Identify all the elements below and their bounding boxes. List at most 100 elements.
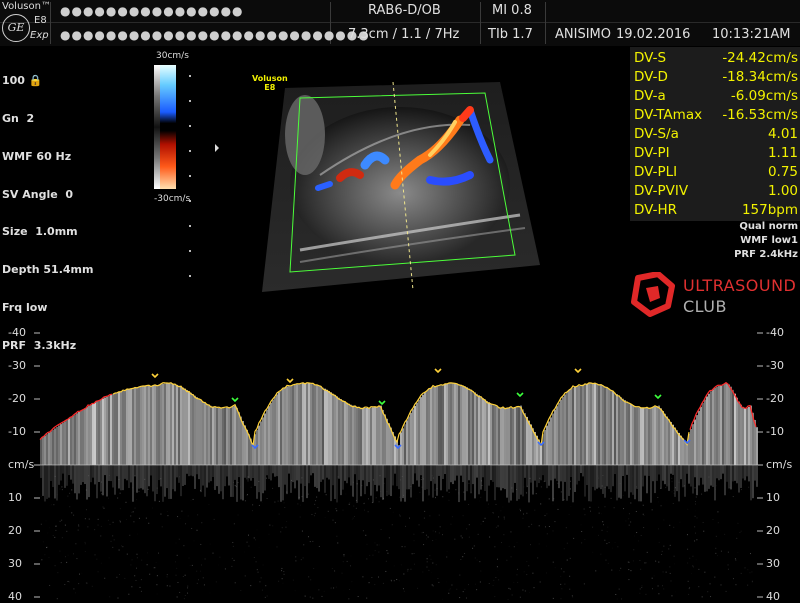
doppler-speckle (704, 572, 705, 573)
doppler-speckle (695, 533, 696, 534)
doppler-noise-band (200, 465, 202, 492)
doppler-speckle (435, 497, 436, 498)
doppler-speckle (693, 566, 694, 567)
doppler-spectrum-band (384, 414, 386, 465)
doppler-noise-band (680, 465, 682, 479)
doppler-noise-band (132, 465, 134, 502)
doppler-noise-band (414, 465, 416, 473)
doppler-noise-band (412, 465, 414, 484)
doppler-noise-band (346, 465, 348, 483)
doppler-speckle (345, 493, 346, 494)
doppler-spectrum-band (554, 410, 556, 465)
doppler-noise-band (434, 465, 436, 484)
doppler-spectrum-band (662, 411, 664, 465)
doppler-spectrum-band (354, 406, 356, 465)
doppler-speckle (749, 572, 750, 573)
doppler-speckle (671, 478, 672, 479)
doppler-speckle (423, 532, 424, 533)
doppler-noise-band (216, 465, 218, 486)
doppler-noise-band (666, 465, 668, 486)
doppler-speckle (417, 588, 418, 589)
doppler-speckle (410, 486, 411, 487)
doppler-speckle (149, 574, 150, 575)
doppler-speckle (563, 571, 564, 572)
doppler-spectrum-band (432, 387, 434, 465)
doppler-speckle (606, 547, 607, 548)
doppler-speckle (167, 515, 168, 516)
doppler-noise-band (128, 465, 130, 488)
doppler-speckle (277, 546, 278, 547)
doppler-speckle (529, 526, 530, 527)
doppler-spectrum-band (614, 393, 616, 465)
doppler-noise-band (420, 465, 422, 475)
doppler-speckle (630, 521, 631, 522)
doppler-speckle (737, 523, 738, 524)
doppler-speckle (634, 535, 635, 536)
doppler-speckle (553, 498, 554, 499)
doppler-noise-band (236, 465, 238, 502)
doppler-speckle (282, 583, 283, 584)
doppler-spectrum-band (530, 424, 532, 465)
doppler-speckle (365, 535, 366, 536)
doppler-noise-band (152, 465, 154, 491)
param-line: Depth 51.4mm (2, 264, 93, 277)
doppler-spectrum-band (436, 386, 438, 465)
doppler-speckle (639, 560, 640, 561)
doppler-noise-band (292, 465, 294, 482)
doppler-spectrum-band (636, 407, 638, 465)
doppler-speckle (190, 565, 191, 566)
measurement-row: DV-a-6.09cm/s (634, 87, 798, 106)
doppler-speckle (69, 581, 70, 582)
doppler-speckle (735, 558, 736, 559)
doppler-speckle (728, 552, 729, 553)
doppler-spectrum-band (364, 408, 366, 465)
doppler-speckle (689, 588, 690, 589)
doppler-axis-label-left: 20 (8, 524, 22, 537)
doppler-speckle (460, 559, 461, 560)
doppler-speckle (570, 558, 571, 559)
doppler-spectrum-band (408, 416, 410, 465)
doppler-speckle (213, 553, 214, 554)
doppler-speckle (167, 511, 168, 512)
doppler-speckle (414, 553, 415, 554)
doppler-speckle (356, 500, 357, 501)
doppler-speckle (153, 567, 154, 568)
doppler-spectrum-band (106, 397, 108, 465)
doppler-noise-band (690, 465, 692, 486)
doppler-speckle (351, 561, 352, 562)
doppler-spectrum-band (66, 420, 68, 465)
scale-tick (189, 200, 191, 202)
doppler-speckle (416, 498, 417, 499)
doppler-spectrum-band (308, 383, 310, 465)
doppler-speckle (530, 544, 531, 545)
doppler-speckle (741, 531, 742, 532)
doppler-spectrum-band (348, 404, 350, 465)
doppler-speckle (446, 557, 447, 558)
doppler-speckle (308, 536, 309, 537)
doppler-spectrum-band (96, 402, 98, 465)
doppler-speckle (632, 476, 633, 477)
doppler-axis-label-left: -10 (8, 425, 26, 438)
doppler-noise-band (382, 465, 384, 500)
doppler-noise-band (486, 465, 488, 501)
doppler-speckle (636, 532, 637, 533)
doppler-speckle (584, 583, 585, 584)
doppler-spectrum-band (706, 396, 708, 465)
doppler-spectrum-band (510, 408, 512, 465)
doppler-speckle (179, 592, 180, 593)
doppler-speckle (688, 594, 689, 595)
doppler-speckle (254, 537, 255, 538)
doppler-speckle (560, 584, 561, 585)
doppler-speckle (101, 526, 102, 527)
doppler-speckle (480, 581, 481, 582)
doppler-speckle (592, 552, 593, 553)
doppler-speckle (213, 487, 214, 488)
doppler-speckle (553, 598, 554, 599)
doppler-speckle (101, 482, 102, 483)
doppler-speckle (167, 576, 168, 577)
doppler-spectrum-band (742, 407, 744, 465)
doppler-spectrum-band (116, 393, 118, 465)
doppler-spectrum-band (338, 398, 340, 465)
doppler-speckle (644, 562, 645, 563)
doppler-speckle (513, 582, 514, 583)
